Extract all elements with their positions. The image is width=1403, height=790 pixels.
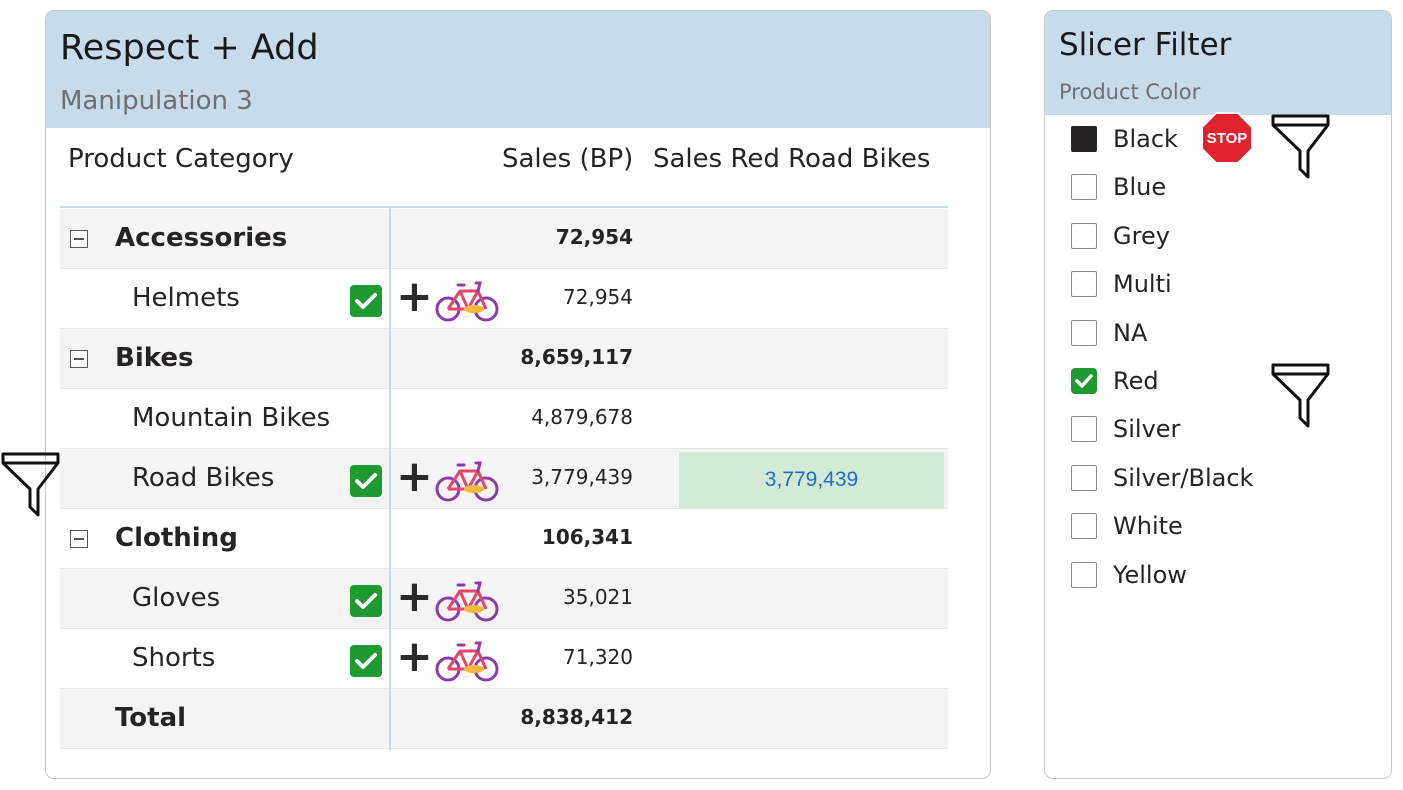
slicer-subtitle: Product Color [1059, 80, 1201, 104]
sales-value: 72,954 [563, 285, 633, 309]
row-header-divider [389, 208, 391, 750]
filter-funnel-icon [1271, 114, 1330, 179]
group-row[interactable]: Clothing 106,341 [60, 509, 948, 569]
sales-value: 35,021 [563, 585, 633, 609]
slicer-item-label: Silver/Black [1113, 463, 1254, 492]
row-label: Mountain Bikes [132, 403, 331, 433]
slicer-item-label: Silver [1113, 415, 1181, 444]
slicer-checkbox[interactable] [1071, 271, 1097, 298]
slicer-checkbox[interactable] [1071, 126, 1097, 152]
slicer-item-label: Grey [1113, 221, 1170, 250]
stop-sign-label: STOP [1207, 130, 1248, 147]
slicer-item-label: White [1113, 512, 1183, 541]
row-divider [60, 748, 948, 749]
slicer-checkbox[interactable] [1071, 464, 1097, 491]
filter-funnel-icon [1, 452, 60, 517]
sales-value: 4,879,678 [531, 405, 633, 429]
stop-sign-icon: STOP [1201, 112, 1253, 164]
bike-icon [434, 573, 500, 623]
sales-value: 106,341 [541, 525, 633, 549]
sales-value: 8,659,117 [520, 345, 633, 369]
row-label: Accessories [115, 223, 288, 253]
row-label: Helmets [132, 283, 240, 313]
slicer-item-label: NA [1113, 318, 1148, 347]
header-divider [60, 206, 948, 208]
row-label: Bikes [115, 343, 194, 373]
matrix-title: Respect + Add [60, 28, 319, 68]
slicer-checkbox[interactable] [1071, 319, 1097, 346]
collapse-icon[interactable] [70, 530, 88, 548]
matrix-subtitle: Manipulation 3 [60, 86, 253, 116]
slicer-item-label: Multi [1113, 270, 1172, 299]
row-label: Total [115, 703, 187, 733]
table-row[interactable]: Gloves 35,021 + [60, 569, 948, 629]
slicer-item-label: Yellow [1113, 560, 1187, 589]
column-header-sales-red-road-bikes[interactable]: Sales Red Road Bikes [653, 144, 930, 174]
sales-value: 71,320 [563, 645, 633, 669]
row-label: Road Bikes [132, 463, 275, 493]
sales-value: 8,838,412 [520, 705, 633, 729]
check-icon [350, 465, 382, 497]
slicer-item-silver[interactable]: Silver [1071, 413, 1241, 449]
bike-icon [434, 633, 500, 683]
bike-icon [434, 453, 500, 503]
plus-icon: + [396, 631, 433, 682]
plus-icon: + [396, 451, 433, 502]
filter-funnel-icon [1271, 363, 1330, 428]
slicer-item-label: Blue [1113, 173, 1167, 202]
total-row[interactable]: Total 8,838,412 [60, 689, 948, 749]
collapse-icon[interactable] [70, 230, 88, 248]
slicer-item-label: Black [1113, 125, 1178, 153]
slicer-checkbox[interactable] [1071, 513, 1097, 540]
slicer-title: Slicer Filter [1059, 27, 1232, 63]
collapse-icon[interactable] [70, 350, 88, 368]
slicer-checkbox[interactable] [1071, 368, 1097, 394]
slicer-item-na[interactable]: NA [1071, 317, 1241, 353]
slicer-item-yellow[interactable]: Yellow [1071, 559, 1241, 595]
slicer-item-silver-black[interactable]: Silver/Black [1071, 462, 1253, 498]
slicer-item-multi[interactable]: Multi [1071, 268, 1241, 304]
sales-red-road-bikes-cell: 3,779,439 [679, 452, 944, 508]
slicer-item-red[interactable]: Red [1071, 365, 1241, 401]
table-row[interactable]: Shorts 71,320 + [60, 629, 948, 689]
group-row[interactable]: Bikes 8,659,117 [60, 329, 948, 389]
bike-icon [434, 273, 500, 323]
slicer-checkbox[interactable] [1071, 174, 1097, 201]
row-label: Clothing [115, 523, 238, 553]
slicer-item-label: Red [1113, 367, 1159, 395]
table-row[interactable]: Helmets 72,954 + [60, 269, 948, 329]
slicer-item-white[interactable]: White [1071, 510, 1241, 546]
column-header-sales[interactable]: Sales (BP) [502, 144, 633, 174]
slicer-checkbox[interactable] [1071, 561, 1097, 588]
slicer-header: Slicer Filter Product Color [1045, 11, 1391, 115]
table-row[interactable]: Mountain Bikes 4,879,678 [60, 389, 948, 449]
column-header-product-category[interactable]: Product Category [68, 144, 294, 174]
group-row[interactable]: Accessories 72,954 [60, 209, 948, 269]
check-icon [350, 585, 382, 617]
slicer-item-grey[interactable]: Grey [1071, 220, 1241, 256]
matrix-header: Respect + Add Manipulation 3 [46, 11, 990, 128]
slicer-item-blue[interactable]: Blue [1071, 171, 1241, 207]
sales-value: 72,954 [555, 225, 633, 249]
plus-icon: + [396, 271, 433, 322]
check-icon [350, 645, 382, 677]
plus-icon: + [396, 571, 433, 622]
row-label: Gloves [132, 583, 221, 613]
slicer-checkbox[interactable] [1071, 416, 1097, 443]
sales-value: 3,779,439 [531, 465, 633, 489]
check-icon [350, 285, 382, 317]
slicer-checkbox[interactable] [1071, 222, 1097, 249]
row-label: Shorts [132, 643, 216, 673]
